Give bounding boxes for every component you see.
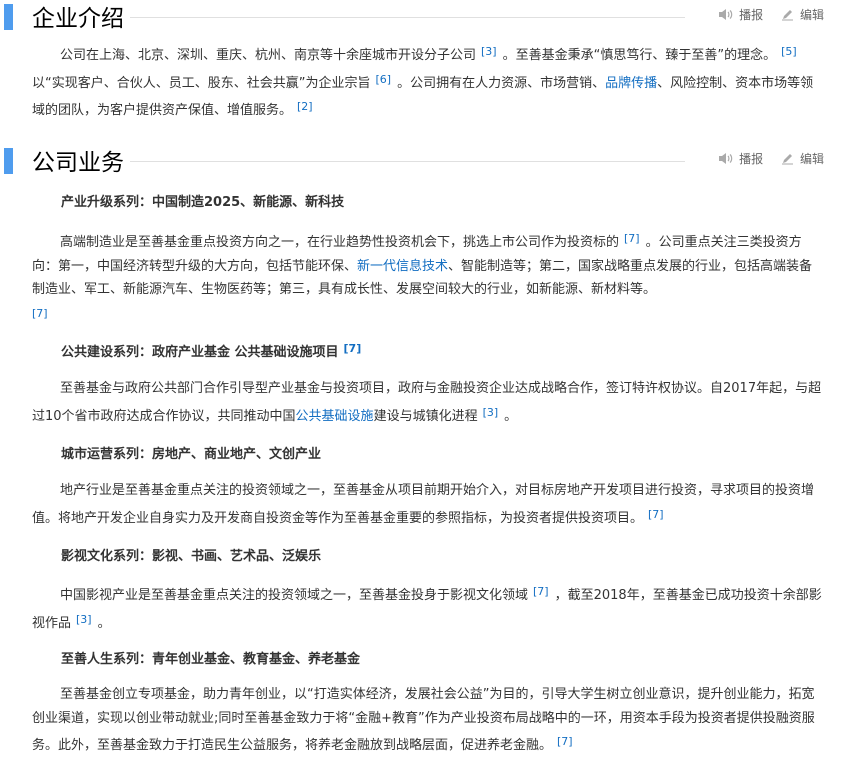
- paragraph-text: 地产行业是至善基金重点关注的投资领域之一，至善基金从项目前期开始介入，对目标房地…: [32, 483, 815, 526]
- section-divider: [130, 17, 685, 18]
- paragraph-text: 高端制造业是至善基金重点投资方向之一，在行业趋势性投资机会下，挑选上市公司作为投…: [60, 235, 620, 250]
- edit-button[interactable]: 编辑: [781, 6, 824, 23]
- edit-button[interactable]: 编辑: [781, 150, 824, 167]
- section-title: 企业介绍: [32, 6, 124, 32]
- play-button[interactable]: 播报: [718, 6, 763, 23]
- series-heading: 影视文化系列：影视、书画、艺术品、泛娱乐: [61, 549, 322, 564]
- paragraph-text: 。: [504, 408, 518, 424]
- series-paragraph: 中国影视产业是至善基金重点关注的投资领域之一，至善基金投身于影视文化领域 [7]，…: [32, 580, 822, 635]
- series-paragraph: 高端制造业是至善基金重点投资方向之一，在行业趋势性投资机会下，挑选上市公司作为投…: [32, 227, 822, 329]
- reference-link[interactable]: [7]: [533, 585, 549, 598]
- reference-link[interactable]: [3]: [481, 45, 497, 58]
- next-gen-it-link[interactable]: 新一代信息技术: [357, 259, 448, 274]
- section-marker: [4, 148, 13, 174]
- series-heading: 产业升级系列：中国制造2025、新能源、新科技: [61, 195, 345, 210]
- series-heading: 至善人生系列：青年创业基金、教育基金、养老基金: [61, 652, 361, 667]
- paragraph-text: 至善基金创立专项基金，助力青年创业，以“打造实体经济，发展社会公益”为目的，引导…: [32, 687, 815, 753]
- section-marker: [4, 4, 13, 30]
- series-heading: 公共建设系列：政府产业基金 公共基础设施项目 [7]: [61, 341, 367, 360]
- paragraph-text: 以“实现客户、合伙人、员工、股东、社会共赢”为企业宗旨: [32, 75, 371, 91]
- pencil-icon: [781, 10, 793, 21]
- paragraph-text: 。公司拥有在人力资源、市场营销、: [397, 75, 606, 91]
- section-actions: 播报 编辑: [704, 6, 824, 24]
- reference-link[interactable]: [2]: [297, 100, 313, 113]
- section-actions: 播报 编辑: [704, 150, 824, 168]
- paragraph-text: 公司在上海、北京、深圳、重庆、杭州、南京等十余座城市开设分子公司: [60, 48, 477, 63]
- company-intro-paragraph: 公司在上海、北京、深圳、重庆、杭州、南京等十余座城市开设分子公司 [3] 。至善基金…: [32, 40, 822, 123]
- reference-link[interactable]: [7]: [32, 307, 48, 320]
- speaker-icon: [719, 153, 733, 164]
- series-heading: 城市运营系列：房地产、商业地产、文创产业: [61, 447, 322, 462]
- speaker-icon: [719, 9, 733, 20]
- public-infrastructure-link[interactable]: 公共基础设施: [296, 409, 374, 424]
- reference-link[interactable]: [3]: [76, 613, 92, 626]
- brand-communication-link[interactable]: 品牌传播: [605, 76, 657, 91]
- section-title: 公司业务: [32, 150, 124, 176]
- reference-link[interactable]: [7]: [557, 735, 573, 748]
- paragraph-text: 。至善基金秉承“慎思笃行、臻于至善”的理念。: [502, 48, 777, 63]
- edit-label: 编辑: [799, 8, 824, 22]
- reference-link[interactable]: [3]: [483, 406, 499, 419]
- pencil-icon: [781, 154, 793, 165]
- edit-label: 编辑: [799, 152, 824, 166]
- reference-link[interactable]: [7]: [344, 342, 362, 355]
- reference-link[interactable]: [6]: [375, 73, 391, 86]
- paragraph-text: 。: [97, 615, 111, 631]
- play-label: 播报: [739, 152, 764, 166]
- series-heading-text: 公共建设系列：政府产业基金 公共基础设施项目: [61, 345, 339, 360]
- play-button[interactable]: 播报: [718, 150, 763, 167]
- series-paragraph: 至善基金创立专项基金，助力青年创业，以“打造实体经济，发展社会公益”为目的，引导…: [32, 683, 822, 758]
- reference-link[interactable]: [7]: [648, 508, 664, 521]
- series-paragraph: 地产行业是至善基金重点关注的投资领域之一，至善基金从项目前期开始介入，对目标房地…: [32, 479, 822, 530]
- reference-link[interactable]: [7]: [624, 232, 640, 245]
- paragraph-text: 建设与城镇化进程: [373, 408, 478, 424]
- paragraph-text: 中国影视产业是至善基金重点关注的投资领域之一，至善基金投身于影视文化领域: [60, 588, 529, 603]
- series-paragraph: 至善基金与政府公共部门合作引导型产业基金与投资项目，政府与金融投资企业达成战略合…: [32, 377, 822, 428]
- play-label: 播报: [739, 8, 764, 22]
- section-header-company-business: 公司业务 播报 编辑: [0, 144, 854, 180]
- section-divider: [130, 161, 685, 162]
- section-header-company-intro: 企业介绍 播报 编辑: [0, 0, 854, 36]
- reference-link[interactable]: [5]: [781, 45, 797, 58]
